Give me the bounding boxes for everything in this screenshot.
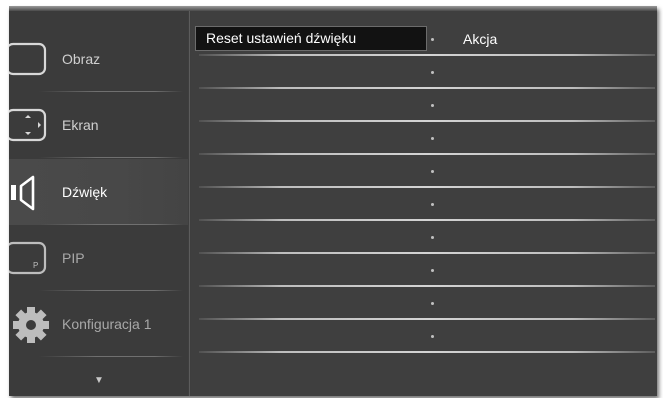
bullet-dot — [431, 170, 434, 173]
bullet-dot — [431, 269, 434, 272]
list-item-empty — [191, 188, 657, 221]
picture-icon — [9, 40, 49, 85]
setting-label: Reset ustawień dźwięku — [206, 30, 357, 46]
sidebar-item-dzwiek[interactable]: Dźwięk — [9, 159, 189, 225]
bullet-dot — [431, 38, 434, 41]
screen-icon — [9, 106, 49, 151]
setting-value[interactable]: Akcja — [463, 28, 497, 51]
list-item-empty — [191, 155, 657, 188]
list-item-empty — [191, 287, 657, 320]
divider — [39, 356, 183, 357]
list-item-reset-audio[interactable]: Reset ustawień dźwięku Akcja — [191, 23, 657, 56]
divider — [39, 157, 183, 158]
bullet-dot — [431, 71, 434, 74]
bullet-dot — [431, 236, 434, 239]
bullet-dot — [431, 302, 434, 305]
list-item-empty — [191, 254, 657, 287]
sidebar-item-obraz[interactable]: Obraz — [9, 26, 189, 92]
pip-icon: P — [9, 239, 49, 284]
sidebar-item-label: PIP — [62, 250, 85, 266]
bullet-dot — [431, 203, 434, 206]
bullet-dot — [431, 137, 434, 140]
sidebar-item-konfiguracja-1[interactable]: Konfiguracja 1 — [9, 291, 189, 357]
sidebar-item-ekran[interactable]: Ekran — [9, 92, 189, 158]
bullet-dot — [431, 335, 434, 338]
scroll-down-icon[interactable]: ▼ — [94, 375, 104, 386]
sidebar-item-label: Obraz — [62, 51, 101, 67]
sidebar-item-label: Konfiguracja 1 — [62, 316, 152, 332]
row-divider — [199, 351, 655, 353]
settings-list: Reset ustawień dźwięku Akcja — [191, 11, 657, 396]
list-item-empty — [191, 122, 657, 155]
sidebar-item-pip[interactable]: P PIP — [9, 225, 189, 291]
category-sidebar: Obraz Ekran Dźwięk P PIP Konfiguracja 1 … — [9, 11, 189, 396]
speaker-icon — [9, 173, 49, 218]
list-item-empty — [191, 89, 657, 122]
bullet-dot — [431, 104, 434, 107]
svg-text:P: P — [33, 261, 38, 270]
list-item-empty — [191, 56, 657, 89]
gear-icon — [9, 305, 53, 354]
sidebar-item-label: Ekran — [62, 117, 99, 133]
selected-item-highlight[interactable]: Reset ustawień dźwięku — [195, 26, 427, 51]
sidebar-item-label: Dźwięk — [62, 184, 108, 200]
list-item-empty — [191, 221, 657, 254]
osd-menu-screen: Obraz Ekran Dźwięk P PIP Konfiguracja 1 … — [9, 6, 657, 396]
list-item-empty — [191, 320, 657, 353]
